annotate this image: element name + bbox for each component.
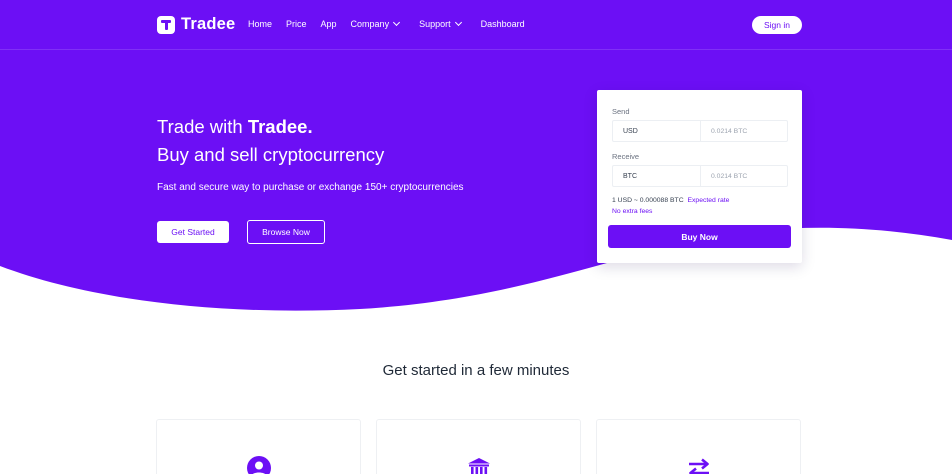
send-label: Send — [612, 107, 630, 116]
logo[interactable]: Tradee — [157, 15, 235, 34]
main-nav: Home Price App Company Support Dashboard — [248, 18, 539, 29]
nav-company-label: Company — [350, 19, 390, 29]
send-amount-input[interactable]: 0.0214 BTC — [701, 121, 787, 141]
feature-card-exchange — [596, 419, 801, 474]
get-started-button[interactable]: Get Started — [157, 221, 229, 243]
receive-currency-select[interactable]: BTC — [613, 166, 701, 186]
bank-icon — [467, 458, 490, 474]
hero-subtitle: Fast and secure way to purchase or excha… — [157, 182, 464, 193]
rate-line: 1 USD ~ 0.000088 BTC Expected rate — [612, 197, 729, 204]
chevron-down-icon — [393, 18, 401, 27]
browse-now-button[interactable]: Browse Now — [247, 220, 325, 244]
nav-home[interactable]: Home — [248, 19, 272, 29]
nav-support[interactable]: Support — [419, 18, 462, 29]
top-navbar: Tradee Home Price App Company Support Da… — [0, 0, 952, 50]
section-title: Get started in a few minutes — [382, 362, 570, 379]
send-field: USD 0.0214 BTC — [612, 120, 788, 142]
expected-rate-link[interactable]: Expected rate — [688, 197, 730, 204]
feature-card-account — [156, 419, 361, 474]
send-currency-select[interactable]: USD — [613, 121, 701, 141]
buy-now-button[interactable]: Buy Now — [608, 225, 791, 248]
nav-dashboard[interactable]: Dashboard — [481, 19, 525, 29]
exchange-card: Send USD 0.0214 BTC Receive BTC 0.0214 B… — [597, 90, 802, 263]
hero-title-prefix: Trade with — [157, 116, 248, 137]
nav-price-label: Price — [286, 19, 307, 29]
no-extra-fees-text: No extra fees — [612, 208, 653, 215]
feature-card-bank — [376, 419, 581, 474]
nav-dashboard-label: Dashboard — [480, 19, 525, 29]
receive-field: BTC 0.0214 BTC — [612, 165, 788, 187]
sign-in-button[interactable]: Sign in — [752, 16, 802, 34]
rate-text: 1 USD ~ 0.000088 BTC — [612, 197, 684, 204]
hero-title-brand: Tradee. — [247, 116, 313, 137]
nav-home-label: Home — [248, 19, 273, 29]
nav-company[interactable]: Company — [350, 18, 401, 29]
nav-app[interactable]: App — [321, 19, 337, 29]
nav-price[interactable]: Price — [286, 19, 307, 29]
hero-title: Trade with Tradee. Buy and sell cryptocu… — [157, 113, 384, 169]
tradee-logo-icon — [157, 15, 175, 34]
nav-support-label: Support — [419, 19, 451, 29]
logo-text: Tradee — [181, 15, 236, 33]
chevron-down-icon — [454, 18, 462, 27]
nav-app-label: App — [320, 19, 337, 29]
user-icon — [246, 456, 271, 474]
exchange-arrows-icon — [688, 458, 709, 474]
receive-label: Receive — [612, 152, 640, 161]
hero-title-line2: Buy and sell cryptocurrency — [157, 144, 385, 165]
receive-amount-input[interactable]: 0.0214 BTC — [701, 166, 787, 186]
